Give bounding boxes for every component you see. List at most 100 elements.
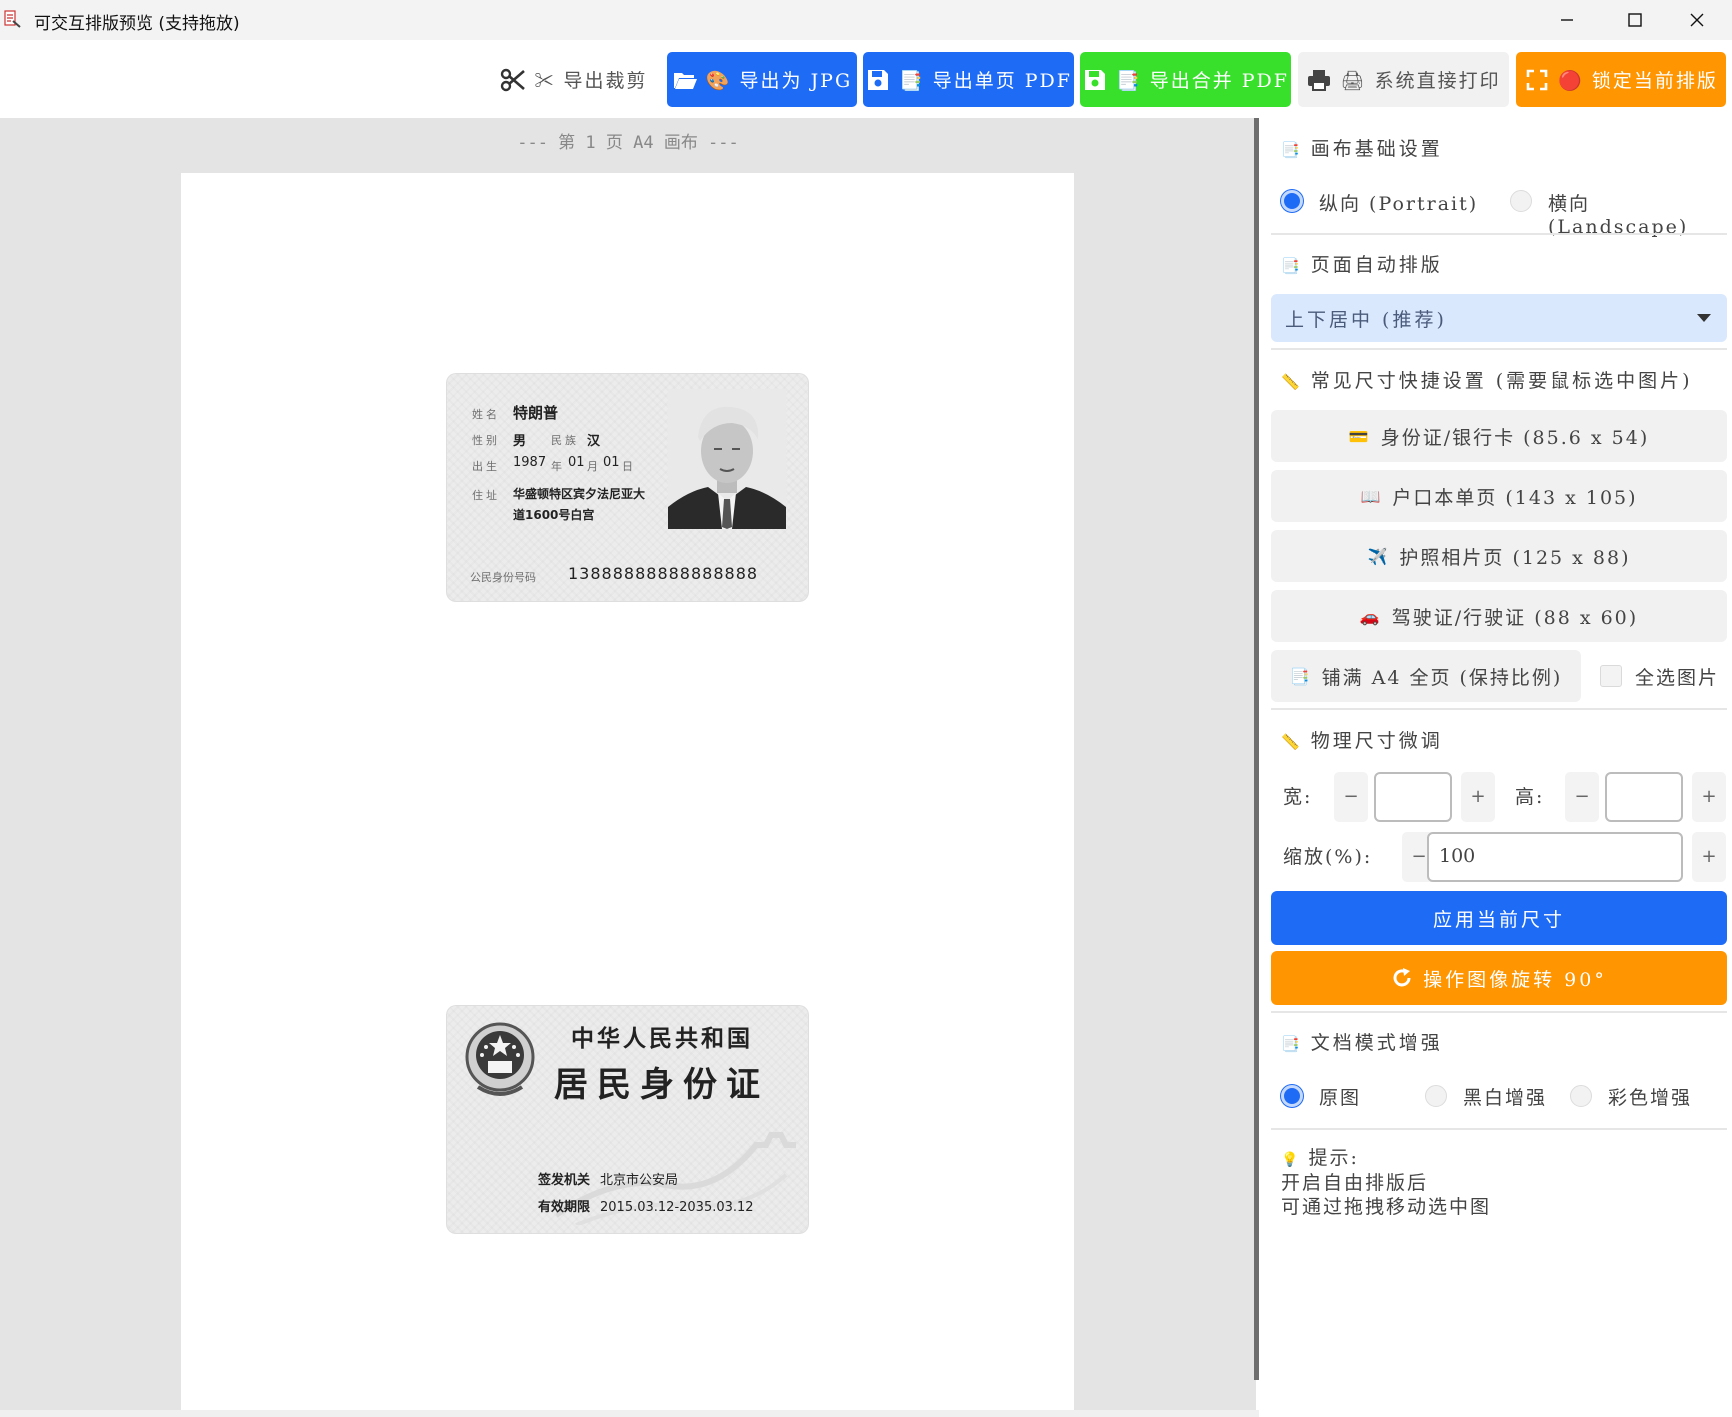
birth-label: 出生 bbox=[472, 460, 500, 473]
export-merge-pdf-button[interactable]: 📑 导出合并 PDF bbox=[1080, 52, 1291, 107]
height-input[interactable] bbox=[1605, 772, 1683, 822]
quick-size-title: 📏 常见尺寸快捷设置 (需要鼠标选中图片) bbox=[1281, 370, 1693, 392]
close-button[interactable] bbox=[1662, 0, 1732, 40]
portrait-radio[interactable] bbox=[1281, 190, 1303, 212]
divider bbox=[1271, 348, 1727, 350]
divider bbox=[1271, 708, 1727, 710]
back-title-country: 中华人民共和国 bbox=[571, 1025, 753, 1052]
print-label: 🖨 系统直接打印 bbox=[1340, 70, 1501, 92]
car-icon: 🚗 bbox=[1359, 606, 1382, 626]
folder-open-icon bbox=[673, 72, 697, 89]
preview-area[interactable]: --- 第 1 页 A4 画布 --- 姓名 特朗普 性别 男 民族 汉 出生 … bbox=[0, 118, 1256, 1417]
lock-layout-label: 🔴 锁定当前排版 bbox=[1558, 70, 1718, 92]
address-label: 住址 bbox=[472, 489, 500, 502]
height-increment-button[interactable]: + bbox=[1692, 772, 1726, 822]
gender-label: 性别 bbox=[472, 434, 500, 447]
width-increment-button[interactable]: + bbox=[1461, 772, 1495, 822]
back-title-card: 居民身份证 bbox=[554, 1065, 769, 1105]
birth-day: 01 bbox=[603, 455, 620, 470]
mode-bw-label[interactable]: 黑白增强 bbox=[1463, 1083, 1547, 1110]
maximize-icon bbox=[1628, 13, 1642, 27]
export-jpg-label: 🎨 导出为 JPG bbox=[705, 70, 853, 92]
apply-size-button[interactable]: 应用当前尺寸 bbox=[1271, 891, 1727, 945]
select-all-checkbox[interactable] bbox=[1600, 665, 1622, 687]
width-input[interactable] bbox=[1374, 772, 1452, 822]
authority-label: 签发机关 bbox=[538, 1173, 591, 1188]
auto-layout-value: 上下居中 (推荐) bbox=[1285, 309, 1447, 331]
height-decrement-button[interactable]: − bbox=[1565, 772, 1599, 822]
maximize-button[interactable] bbox=[1600, 0, 1670, 40]
landscape-radio[interactable] bbox=[1510, 190, 1532, 212]
export-merge-pdf-label: 📑 导出合并 PDF bbox=[1116, 70, 1289, 92]
mode-color-label[interactable]: 彩色增强 bbox=[1608, 1083, 1692, 1110]
ruler-icon: 📏 bbox=[1281, 373, 1303, 391]
ruler-icon: 📏 bbox=[1281, 733, 1303, 751]
export-crop-button[interactable]: ✂ 导出裁剪 bbox=[494, 52, 654, 107]
save-icon bbox=[1085, 69, 1106, 90]
divider bbox=[1271, 1128, 1727, 1130]
name-label: 姓名 bbox=[472, 408, 500, 421]
scale-increment-button[interactable]: + bbox=[1692, 832, 1726, 882]
hint-line-1: 开启自由排版后 bbox=[1281, 1172, 1429, 1194]
preset-household-button[interactable]: 📖 户口本单页 (143 x 105) bbox=[1271, 470, 1727, 522]
document-icon: 📑 bbox=[1281, 257, 1303, 275]
mode-bw-radio[interactable] bbox=[1425, 1085, 1447, 1107]
issuing-authority-row: 签发机关 北京市公安局 bbox=[538, 1169, 678, 1188]
a4-canvas[interactable]: 姓名 特朗普 性别 男 民族 汉 出生 1987 年 01 月 01 日 住址 … bbox=[181, 173, 1074, 1417]
lightbulb-icon: 💡 bbox=[1281, 1152, 1301, 1168]
apply-size-label: 应用当前尺寸 bbox=[1432, 908, 1565, 931]
birth-year-unit: 年 bbox=[551, 460, 565, 473]
book-icon: 📖 bbox=[1360, 486, 1383, 506]
divider bbox=[1271, 1011, 1727, 1013]
id-card-back-image[interactable]: 中华人民共和国 居民身份证 签发机关 北京市公安局 有效期限 2015.03.12-… bbox=[446, 1005, 809, 1234]
window-title: 可交互排版预览 (支持拖放) bbox=[34, 14, 240, 34]
chevron-down-icon bbox=[1697, 314, 1711, 322]
horizontal-scrollbar[interactable] bbox=[0, 1410, 1259, 1417]
name-value: 特朗普 bbox=[513, 404, 559, 422]
preset-id-card-button[interactable]: 💳 身份证/银行卡 (85.6 x 54) bbox=[1271, 410, 1727, 462]
fine-tune-title: 📏 物理尺寸微调 bbox=[1281, 730, 1443, 752]
minimize-icon bbox=[1561, 19, 1573, 21]
validity-label: 有效期限 bbox=[538, 1200, 591, 1215]
mode-original-radio[interactable] bbox=[1281, 1085, 1303, 1107]
id-number-label: 公民身份号码 bbox=[470, 571, 536, 584]
minimize-button[interactable] bbox=[1532, 0, 1602, 40]
settings-panel: 📑 画布基础设置 纵向 (Portrait) 横向 (Landscape) 📑 页面… bbox=[1259, 118, 1732, 1417]
hint-title: 💡 提示: bbox=[1281, 1147, 1359, 1169]
width-decrement-button[interactable]: − bbox=[1334, 772, 1368, 822]
rotate-button[interactable]: 操作图像旋转 90° bbox=[1271, 951, 1727, 1005]
height-label: 高: bbox=[1515, 786, 1545, 808]
fill-a4-button[interactable]: 📑 铺满 A4 全页 (保持比例) bbox=[1271, 650, 1581, 702]
address-line2: 道1600号白宫 bbox=[513, 508, 595, 522]
airplane-icon: ✈️ bbox=[1367, 546, 1390, 566]
validity-row: 有效期限 2015.03.12-2035.03.12 bbox=[538, 1196, 754, 1215]
authority-value: 北京市公安局 bbox=[600, 1173, 679, 1188]
portrait-label[interactable]: 纵向 (Portrait) bbox=[1319, 189, 1478, 216]
birth-month-unit: 月 bbox=[587, 460, 601, 473]
preset-passport-button[interactable]: ✈️ 护照相片页 (125 x 88) bbox=[1271, 530, 1727, 582]
rotate-icon bbox=[1393, 968, 1411, 987]
auto-layout-select[interactable]: 上下居中 (推荐) bbox=[1271, 294, 1727, 342]
hint-line-2: 可通过拖拽移动选中图 bbox=[1281, 1196, 1492, 1218]
preset-driver-license-button[interactable]: 🚗 驾驶证/行驶证 (88 x 60) bbox=[1271, 590, 1727, 642]
print-button[interactable]: 🖨 系统直接打印 bbox=[1298, 52, 1509, 107]
select-all-label[interactable]: 全选图片 bbox=[1635, 663, 1719, 690]
scale-input[interactable]: 100 bbox=[1427, 832, 1683, 882]
page-label: --- 第 1 页 A4 画布 --- bbox=[517, 133, 739, 153]
birth-day-unit: 日 bbox=[622, 460, 636, 473]
scale-label: 缩放(%): bbox=[1283, 846, 1373, 868]
mode-original-label[interactable]: 原图 bbox=[1319, 1083, 1361, 1110]
ethnic-value: 汉 bbox=[587, 434, 601, 449]
national-emblem-icon bbox=[465, 1022, 535, 1096]
export-jpg-button[interactable]: 🎨 导出为 JPG bbox=[667, 52, 857, 107]
export-single-pdf-button[interactable]: 📑 导出单页 PDF bbox=[863, 52, 1074, 107]
mode-color-radio[interactable] bbox=[1570, 1085, 1592, 1107]
id-card-front-image[interactable]: 姓名 特朗普 性别 男 民族 汉 出生 1987 年 01 月 01 日 住址 … bbox=[446, 373, 809, 602]
close-icon bbox=[1690, 13, 1704, 27]
lock-layout-button[interactable]: 🔴 锁定当前排版 bbox=[1516, 52, 1726, 107]
address-line1: 华盛顿特区宾夕法尼亚大 bbox=[513, 487, 646, 501]
landscape-label[interactable]: 横向 (Landscape) bbox=[1548, 189, 1732, 238]
scissors-icon bbox=[501, 68, 526, 91]
canvas-settings-title: 📑 画布基础设置 bbox=[1281, 138, 1443, 160]
expand-icon bbox=[1526, 69, 1548, 90]
